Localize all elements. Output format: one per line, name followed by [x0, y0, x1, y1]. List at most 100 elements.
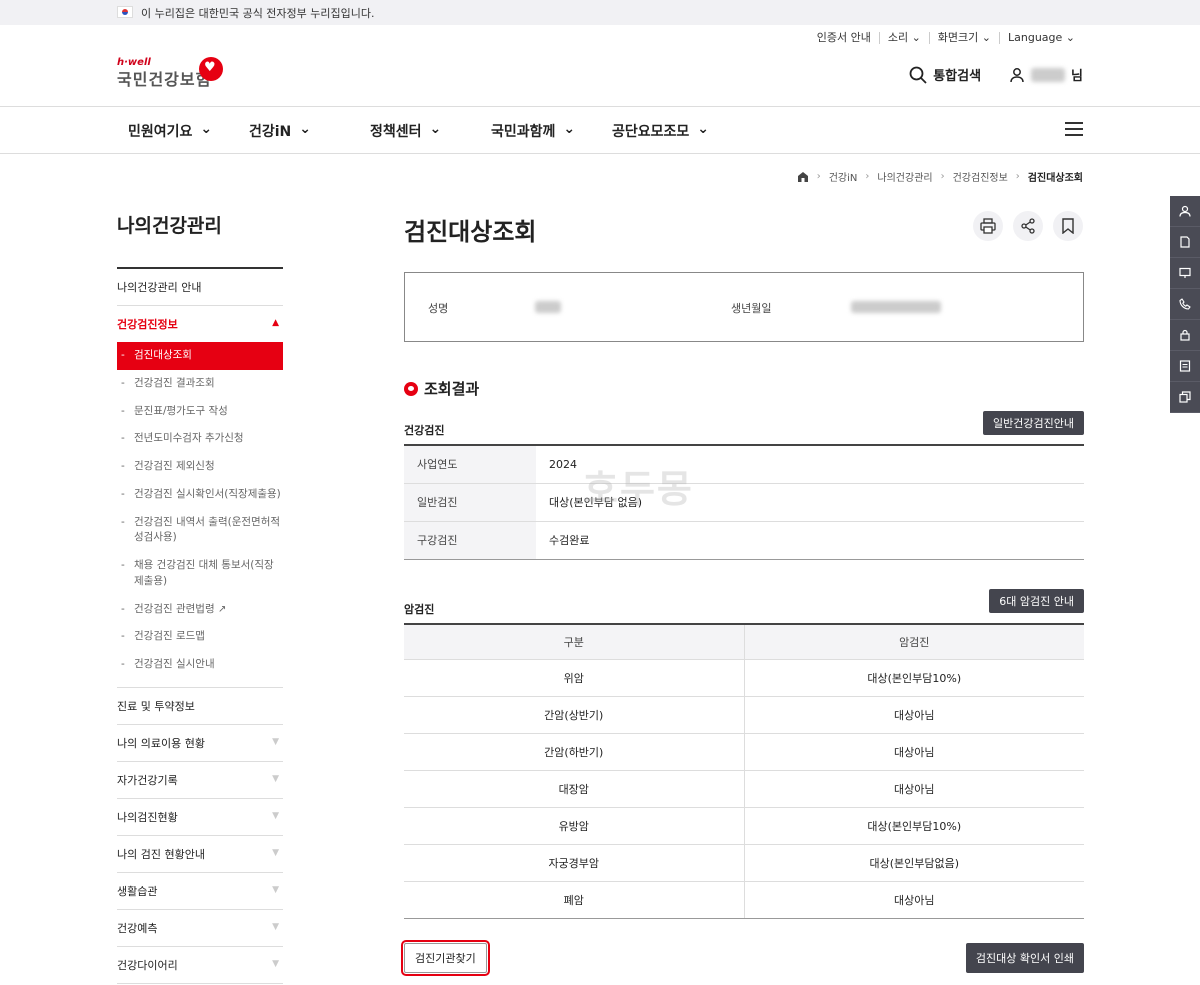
- quick-monitor-button[interactable]: [1170, 258, 1200, 289]
- quick-phone-button[interactable]: [1170, 289, 1200, 320]
- table-row: 대장암 대상아님: [404, 770, 1084, 808]
- result-section-title: 조회결과: [404, 378, 479, 399]
- gnb-item-civil[interactable]: 민원여기요: [128, 121, 212, 141]
- lnb-item-medical-usage[interactable]: 나의 의료이용 현황 ▼: [117, 725, 283, 762]
- general-checkup-guide-button[interactable]: 일반건강검진안내: [983, 411, 1084, 435]
- sound-menu[interactable]: 소리 ⌄: [878, 32, 929, 44]
- lnb-item-label: 건강다이어리: [117, 958, 178, 972]
- lnb-item-label: 생활습관: [117, 884, 158, 898]
- gnb-item-together[interactable]: 국민과함께: [491, 121, 575, 141]
- row-label: 사업연도: [404, 445, 536, 484]
- quick-list-button[interactable]: [1170, 351, 1200, 382]
- table-row: 사업연도 2024: [404, 445, 1084, 484]
- triangle-down-icon: ▼: [272, 736, 279, 747]
- phone-icon: [1179, 298, 1191, 310]
- font-size-menu[interactable]: 화면크기 ⌄: [928, 32, 999, 44]
- lnb-item-checkup-status[interactable]: 나의 검진 현황안내 ▼: [117, 836, 283, 873]
- cancer-status: 대상(본인부담없음): [744, 844, 1084, 882]
- lnb-title: 나의건강관리: [117, 215, 222, 237]
- copy-icon: [1179, 391, 1191, 403]
- lnb-sub-hiring-report[interactable]: 채용 건강검진 대체 통보서(직장제출용): [117, 552, 283, 596]
- lnb-sub-history-print[interactable]: 건강검진 내역서 출력(운전면허적성검사용): [117, 509, 283, 553]
- nhis-logo[interactable]: h·well 국민건강보험: [117, 57, 223, 90]
- table-row: 구강검진 수검완료: [404, 521, 1084, 560]
- print-button[interactable]: [973, 211, 1003, 241]
- lnb-item-label: 나의검진현황: [117, 810, 178, 824]
- lnb-sub-additional[interactable]: 전년도미수검자 추가신청: [117, 425, 283, 453]
- integrated-search-button[interactable]: 통합검색: [909, 65, 981, 84]
- birth-label: 생년월일: [731, 302, 772, 315]
- monitor-icon: [1179, 267, 1191, 278]
- breadcrumb-item[interactable]: 건강검진정보: [953, 169, 1008, 184]
- find-checkup-center-button[interactable]: 검진기관찾기: [401, 940, 490, 976]
- breadcrumb-separator: ›: [816, 171, 821, 182]
- triangle-down-icon: ▼: [272, 884, 279, 895]
- triangle-down-icon: ▼: [272, 921, 279, 932]
- row-value: 수검완료: [536, 521, 1084, 560]
- lnb-item-diary[interactable]: 건강다이어리 ▼: [117, 947, 283, 984]
- name-value-redacted: [535, 301, 561, 313]
- column-header: 암검진: [744, 624, 1084, 660]
- triangle-down-icon: ▼: [272, 810, 279, 821]
- gnb-item-health[interactable]: 건강iN: [249, 121, 311, 141]
- lnb-item-my-checkup[interactable]: 나의검진현황 ▼: [117, 799, 283, 836]
- quick-document-button[interactable]: [1170, 227, 1200, 258]
- logo-name: 국민건강보험: [117, 70, 212, 89]
- lnb-sub-questionnaire[interactable]: 문진표/평가도구 작성: [117, 398, 283, 426]
- hamburger-menu-icon[interactable]: [1065, 122, 1083, 136]
- lock-icon: [1180, 329, 1190, 341]
- search-label: 통합검색: [933, 69, 982, 84]
- page-tools: [973, 211, 1083, 241]
- language-menu[interactable]: Language ⌄: [999, 32, 1083, 44]
- lnb-sub-target[interactable]: 검진대상조회: [117, 342, 283, 370]
- print-confirmation-button[interactable]: 검진대상 확인서 인쇄: [965, 943, 1084, 973]
- triangle-down-icon: ▼: [272, 958, 279, 969]
- breadcrumb-item[interactable]: 건강iN: [829, 169, 858, 184]
- lnb-item-treatment[interactable]: 진료 및 투약정보: [117, 688, 283, 725]
- share-button[interactable]: [1013, 211, 1043, 241]
- lnb-sub-guide[interactable]: 건강검진 실시안내: [117, 651, 283, 679]
- cancer-status: 대상(본인부담10%): [744, 659, 1084, 697]
- quick-menu: [1170, 196, 1200, 413]
- user-menu[interactable]: 님: [1009, 65, 1083, 84]
- result-title-text: 조회결과: [424, 380, 480, 398]
- breadcrumb-item[interactable]: 나의건강관리: [877, 169, 932, 184]
- header-actions: 통합검색 님: [909, 65, 1083, 84]
- lnb-sub-laws[interactable]: 건강검진 관련법령 ↗: [117, 596, 283, 624]
- home-icon[interactable]: [797, 171, 809, 183]
- bookmark-button[interactable]: [1053, 211, 1083, 241]
- lnb-item-label: 나의 의료이용 현황: [117, 736, 205, 750]
- bookmark-icon: [1062, 218, 1074, 234]
- lnb-item-self-record[interactable]: 자가건강기록 ▼: [117, 762, 283, 799]
- lnb-item-intro[interactable]: 나의건강관리 안내: [117, 269, 283, 306]
- row-label: 구강검진: [404, 521, 536, 560]
- quick-user-button[interactable]: [1170, 196, 1200, 227]
- lnb-item-lifestyle[interactable]: 생활습관 ▼: [117, 873, 283, 910]
- lnb-item-label: 나의 검진 현황안내: [117, 847, 205, 861]
- lnb-item-checkup[interactable]: 건강검진정보 ▲: [117, 306, 283, 342]
- korea-flag-icon: [117, 6, 133, 18]
- lnb-item-prediction[interactable]: 건강예측 ▼: [117, 910, 283, 947]
- cert-guide-link[interactable]: 인증서 안내: [809, 32, 879, 44]
- cancer-status: 대상아님: [744, 733, 1084, 771]
- gov-banner: 이 누리집은 대한민국 공식 전자정부 누리집입니다.: [0, 0, 1200, 25]
- triangle-up-icon: ▲: [272, 318, 279, 328]
- cancer-type: 자궁경부암: [404, 844, 745, 882]
- cancer-type: 간암(상반기): [404, 696, 745, 734]
- user-icon: [1179, 205, 1191, 217]
- lnb-item-label: 건강예측: [117, 921, 158, 935]
- quick-lock-button[interactable]: [1170, 320, 1200, 351]
- lnb-sub-confirmation[interactable]: 건강검진 실시확인서(직장제출용): [117, 481, 283, 509]
- quick-copy-button[interactable]: [1170, 382, 1200, 413]
- user-info-box: 성명 생년월일: [404, 272, 1084, 342]
- lnb-sub-exclusion[interactable]: 건강검진 제외신청: [117, 453, 283, 481]
- gov-banner-text[interactable]: 이 누리집은 대한민국 공식 전자정부 누리집입니다.: [141, 5, 375, 21]
- lnb-sub-result[interactable]: 건강검진 결과조회: [117, 370, 283, 398]
- gnb-item-policy[interactable]: 정책센터: [370, 121, 441, 141]
- breadcrumb-separator: ›: [865, 171, 870, 182]
- cancer-checkup-guide-button[interactable]: 6대 암검진 안내: [989, 589, 1084, 613]
- user-name-redacted: [1031, 67, 1066, 82]
- lnb-sub-roadmap[interactable]: 건강검진 로드맵: [117, 623, 283, 651]
- table-header-row: 구분 암검진: [404, 624, 1084, 660]
- gnb-item-about[interactable]: 공단요모조모: [612, 121, 709, 141]
